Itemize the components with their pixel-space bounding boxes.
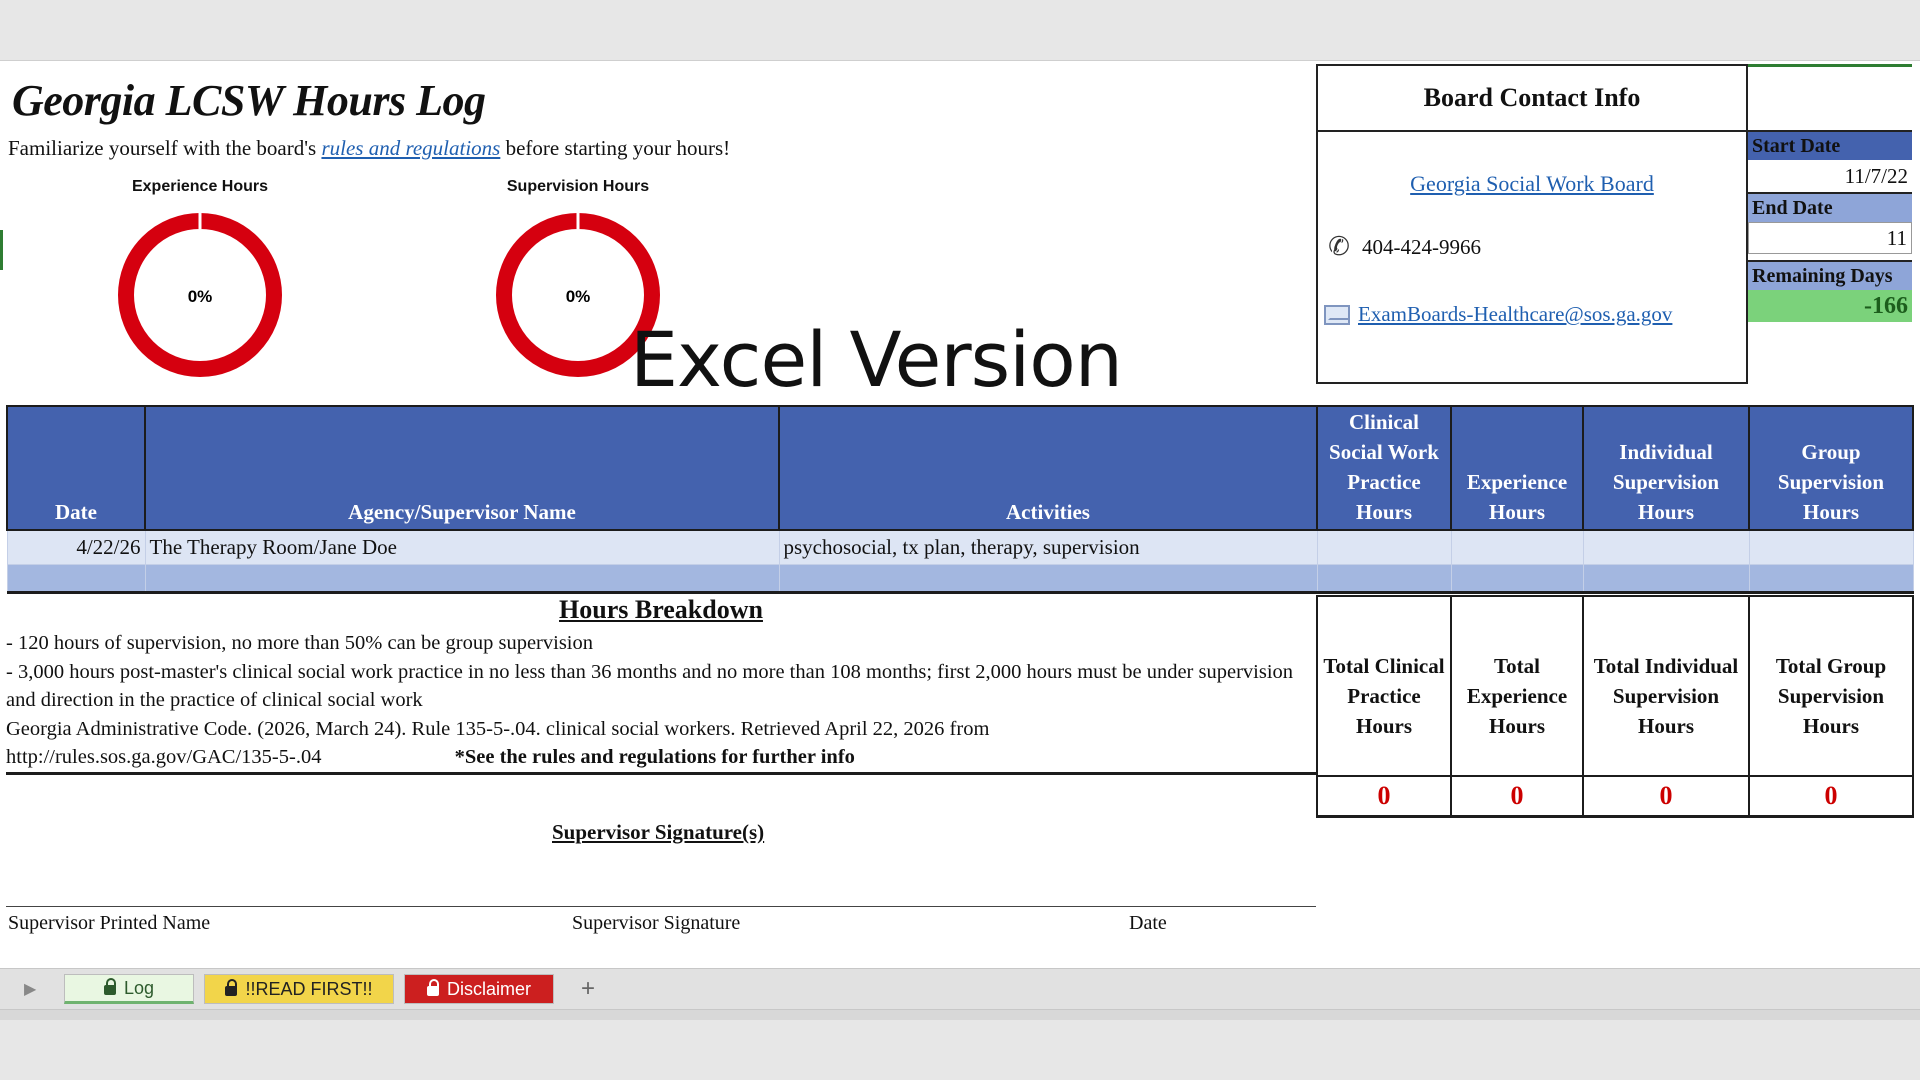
gauge-value: 0% (566, 287, 591, 306)
mail-icon (1324, 304, 1350, 325)
lock-icon (225, 979, 238, 996)
breakdown-citation: Georgia Administrative Code. (2026, Marc… (6, 717, 990, 740)
totals-value-row: 0 0 0 0 (1316, 775, 1914, 818)
tab-read-first[interactable]: !!READ FIRST!! (204, 974, 394, 1004)
breakdown-note: *See the rules and regulations for furth… (454, 746, 855, 768)
signature-label: Supervisor Signature (572, 912, 741, 934)
date-cell[interactable]: 4/22/26 (6, 529, 146, 565)
date-panel-top[interactable] (1748, 64, 1912, 130)
board-link[interactable]: Georgia Social Work Board (1318, 171, 1746, 197)
table-row: 4/22/26 The Therapy Room/Jane Doe psycho… (6, 529, 1914, 565)
next-sheet-icon[interactable]: ▶ (24, 979, 36, 999)
breakdown-url-row: http://rules.sos.ga.gov/GAC/135-5-.04 *S… (6, 743, 1316, 772)
total-individual-value[interactable]: 0 (1582, 775, 1750, 818)
column-header[interactable]: Activities (778, 405, 1318, 531)
breakdown-line: - 3,000 hours post-master's clinical soc… (6, 660, 1294, 712)
total-experience-value[interactable]: 0 (1450, 775, 1584, 818)
gauge-label: Supervision Hours (506, 178, 650, 195)
total-individual-label: Total Individual Supervision Hours (1582, 595, 1750, 777)
lock-icon (103, 978, 116, 995)
printed-name-label: Supervisor Printed Name (8, 912, 211, 934)
signature-line (6, 906, 1316, 907)
date-cell[interactable] (6, 563, 146, 594)
breakdown-title: Hours Breakdown (559, 595, 763, 624)
intro-text: Familiarize yourself with the board's ru… (8, 136, 730, 161)
tab-label: Disclaimer (446, 978, 531, 999)
add-sheet-button[interactable]: + (566, 974, 610, 1004)
column-header[interactable]: Experience Hours (1450, 405, 1584, 531)
group-supervision-cell[interactable] (1748, 529, 1914, 565)
remaining-days-value[interactable]: -166 (1748, 290, 1912, 322)
date-panel: Start Date 11/7/22 End Date 11 Remaining… (1748, 64, 1912, 322)
agency-cell[interactable] (144, 563, 780, 594)
end-date-label: End Date (1748, 192, 1912, 222)
rules-link[interactable]: rules and regulations (321, 136, 500, 160)
table-row (6, 563, 1914, 594)
phone-number: 404-424-9966 (1362, 234, 1481, 259)
gauge-ring: 0% (118, 213, 282, 377)
date-label: Date (1129, 912, 1167, 934)
phone-icon: ✆ (1328, 232, 1350, 261)
experience-hours-cell[interactable] (1450, 529, 1584, 565)
clinical-hours-cell[interactable] (1316, 563, 1452, 594)
sheet-tab-bar: ▶ Log !!READ FIRST!! Disclaimer + (0, 968, 1920, 1010)
hours-log-table: Date Agency/Supervisor Name Activities C… (6, 405, 1914, 594)
row-selection-marker (0, 230, 3, 270)
tab-log[interactable]: Log (64, 974, 194, 1004)
column-header[interactable]: Clinical Social Work Practice Hours (1316, 405, 1452, 531)
agency-cell[interactable]: The Therapy Room/Jane Doe (144, 529, 780, 565)
total-group-label: Total Group Supervision Hours (1748, 595, 1914, 777)
column-header[interactable]: Date (6, 405, 146, 531)
total-group-value[interactable]: 0 (1748, 775, 1914, 818)
start-date-value[interactable]: 11/7/22 (1748, 160, 1912, 192)
column-header[interactable]: Agency/Supervisor Name (144, 405, 780, 531)
totals-table: Total Clinical Practice Hours Total Expe… (1316, 595, 1914, 818)
breakdown-line: - 120 hours of supervision, no more than… (6, 632, 593, 654)
activities-cell[interactable]: psychosocial, tx plan, therapy, supervis… (778, 529, 1318, 565)
tab-label: !!READ FIRST!! (245, 978, 373, 999)
total-clinical-value[interactable]: 0 (1316, 775, 1452, 818)
group-supervision-cell[interactable] (1748, 563, 1914, 594)
phone-row: ✆ 404-424-9966 (1324, 232, 1481, 262)
tab-label: Log (123, 977, 155, 998)
totals-label-row: Total Clinical Practice Hours Total Expe… (1316, 595, 1914, 777)
intro-before: Familiarize yourself with the board's (8, 136, 322, 160)
signature-title: Supervisor Signature(s) (552, 820, 765, 844)
status-bar (0, 1010, 1920, 1020)
page-title: Georgia LCSW Hours Log (12, 76, 486, 125)
rules-url[interactable]: http://rules.sos.ga.gov/GAC/135-5-.04 (6, 746, 321, 768)
excel-version-overlay: Excel Version (630, 315, 1123, 404)
clinical-hours-cell[interactable] (1316, 529, 1452, 565)
email-link[interactable]: ExamBoards-Healthcare@sos.ga.gov (1358, 302, 1672, 327)
individual-supervision-cell[interactable] (1582, 563, 1750, 594)
total-experience-label: Total Experience Hours (1450, 595, 1584, 777)
remaining-days-label: Remaining Days (1748, 260, 1912, 290)
contact-title: Board Contact Info (1318, 66, 1746, 132)
experience-gauge: Experience Hours 0% (80, 178, 320, 380)
total-clinical-label: Total Clinical Practice Hours (1316, 595, 1452, 777)
table-header-row: Date Agency/Supervisor Name Activities C… (6, 405, 1914, 531)
email-row[interactable]: ExamBoards-Healthcare@sos.ga.gov (1324, 302, 1672, 327)
gauge-label: Experience Hours (131, 178, 269, 195)
tab-disclaimer[interactable]: Disclaimer (404, 974, 554, 1004)
experience-hours-cell[interactable] (1450, 563, 1584, 594)
gauge-value: 0% (188, 287, 213, 306)
activities-cell[interactable] (778, 563, 1318, 594)
end-date-input[interactable]: 11 (1748, 222, 1912, 254)
board-contact-box: Board Contact Info Georgia Social Work B… (1316, 64, 1748, 384)
column-header[interactable]: Individual Supervision Hours (1582, 405, 1750, 531)
hours-breakdown: Hours Breakdown - 120 hours of supervisi… (6, 595, 1316, 775)
start-date-label: Start Date (1748, 130, 1912, 160)
individual-supervision-cell[interactable] (1582, 529, 1750, 565)
column-header[interactable]: Group Supervision Hours (1748, 405, 1914, 531)
lock-icon (426, 979, 439, 996)
intro-after: before starting your hours! (500, 136, 731, 160)
